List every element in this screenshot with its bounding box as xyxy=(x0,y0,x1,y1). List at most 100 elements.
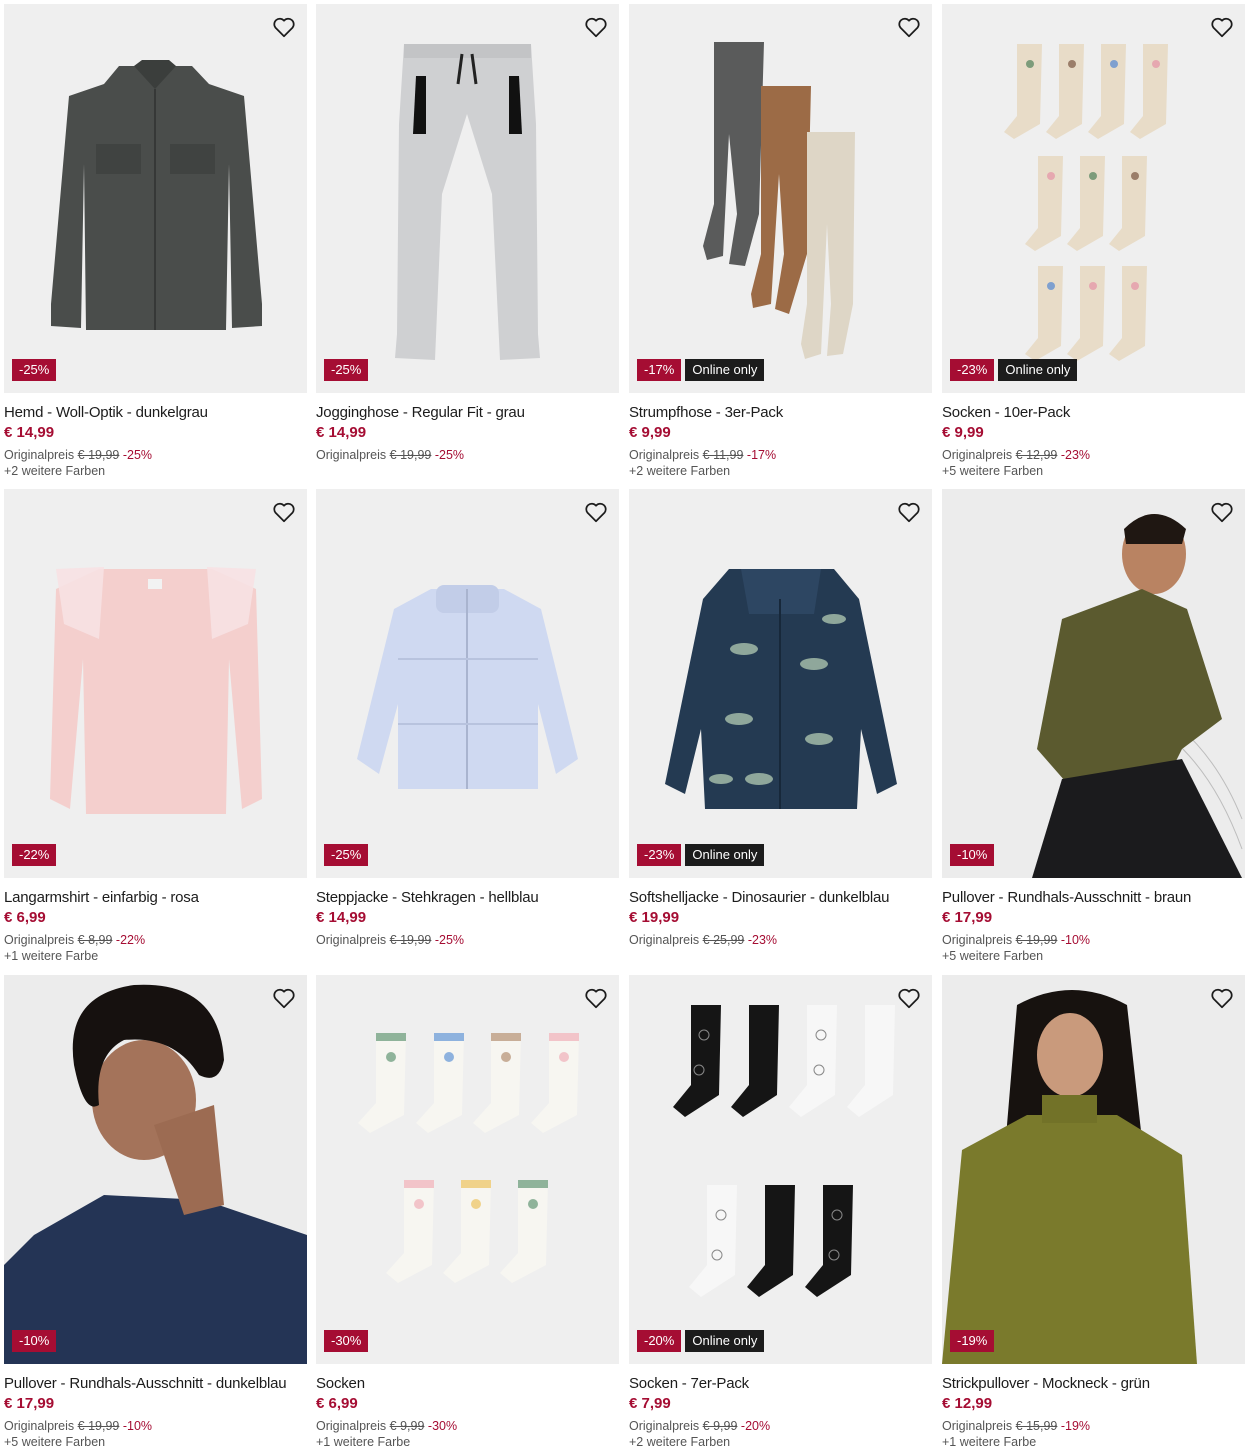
discount-badge: -20% xyxy=(637,1330,682,1352)
product-image[interactable]: -10% xyxy=(4,975,307,1364)
discount-percent: -25% xyxy=(434,933,465,947)
wishlist-heart-icon[interactable] xyxy=(581,12,611,42)
product-price: € 6,99 xyxy=(316,1395,358,1412)
product-image[interactable]: -22% xyxy=(4,489,307,878)
discount-percent: -10% xyxy=(1060,933,1091,947)
original-price: € 25,99 xyxy=(702,933,745,947)
product-title[interactable]: Steppjacke - Stehkragen - hellblau xyxy=(316,889,619,907)
product-price: € 14,99 xyxy=(316,909,367,926)
product-photo-longsleeve xyxy=(4,489,307,878)
wishlist-heart-icon[interactable] xyxy=(1207,983,1237,1013)
more-colors-link[interactable]: +5 weitere Farben xyxy=(942,463,1245,479)
product-card[interactable]: -10% Pullover - Rundhals-Ausschnitt - du… xyxy=(4,975,307,1450)
discount-percent: -30% xyxy=(427,1419,458,1433)
product-card[interactable]: -25% Jogginghose - Regular Fit - grau € … xyxy=(316,4,619,489)
more-colors-link[interactable]: +5 weitere Farben xyxy=(942,948,1245,964)
more-colors-link[interactable]: +1 weitere Farbe xyxy=(316,1434,619,1450)
product-card[interactable]: -23% Online only Socken - 10er-Pack € 9,… xyxy=(942,4,1245,489)
original-price-label: Originalpreis xyxy=(942,1419,1013,1433)
wishlist-heart-icon[interactable] xyxy=(269,983,299,1013)
product-title[interactable]: Socken - 7er-Pack xyxy=(629,1375,932,1393)
more-colors-link[interactable]: +2 weitere Farben xyxy=(4,463,307,479)
original-price-line: Originalpreis € 19,99 -10% xyxy=(942,932,1245,948)
product-title[interactable]: Langarmshirt - einfarbig - rosa xyxy=(4,889,307,907)
online-only-badge: Online only xyxy=(685,844,765,866)
product-card[interactable]: -23% Online only Softshelljacke - Dinosa… xyxy=(629,489,932,974)
product-image[interactable]: -23% Online only xyxy=(629,489,932,878)
product-image[interactable]: -23% Online only xyxy=(942,4,1245,393)
discount-percent: -25% xyxy=(122,448,153,462)
product-photo-socks10 xyxy=(942,4,1245,393)
product-title[interactable]: Softshelljacke - Dinosaurier - dunkelbla… xyxy=(629,889,932,907)
product-title[interactable]: Socken xyxy=(316,1375,619,1393)
badge-row: -19% xyxy=(950,1330,995,1352)
discount-badge: -22% xyxy=(12,844,57,866)
product-card[interactable]: -20% Online only Socken - 7er-Pack € 7,9… xyxy=(629,975,932,1450)
product-image[interactable]: -17% Online only xyxy=(629,4,932,393)
discount-percent: -23% xyxy=(1060,448,1091,462)
wishlist-heart-icon[interactable] xyxy=(1207,497,1237,527)
product-info: Socken - 7er-Pack € 7,99 Originalpreis €… xyxy=(629,1375,932,1450)
product-card[interactable]: -30% Socken € 6,99 Originalpreis € 9,99 … xyxy=(316,975,619,1450)
product-card[interactable]: -10% Pullover - Rundhals-Ausschnitt - br… xyxy=(942,489,1245,974)
product-price: € 17,99 xyxy=(4,1395,55,1412)
product-title[interactable]: Socken - 10er-Pack xyxy=(942,404,1245,422)
original-price: € 15,99 xyxy=(1015,1419,1058,1433)
product-title[interactable]: Hemd - Woll-Optik - dunkelgrau xyxy=(4,404,307,422)
wishlist-heart-icon[interactable] xyxy=(581,983,611,1013)
discount-badge: -10% xyxy=(950,844,995,866)
more-colors-link[interactable]: +1 weitere Farbe xyxy=(942,1434,1245,1450)
discount-badge: -23% xyxy=(637,844,682,866)
wishlist-heart-icon[interactable] xyxy=(894,12,924,42)
product-price: € 19,99 xyxy=(629,909,680,926)
original-price: € 9,99 xyxy=(389,1419,425,1433)
product-card[interactable]: -17% Online only Strumpfhose - 3er-Pack … xyxy=(629,4,932,489)
product-photo-shirt xyxy=(4,4,307,393)
wishlist-heart-icon[interactable] xyxy=(1207,12,1237,42)
product-card[interactable]: -25% Steppjacke - Stehkragen - hellblau … xyxy=(316,489,619,974)
more-colors-link[interactable]: +1 weitere Farbe xyxy=(4,948,307,964)
discount-badge: -10% xyxy=(12,1330,57,1352)
online-only-badge: Online only xyxy=(685,1330,765,1352)
wishlist-heart-icon[interactable] xyxy=(269,497,299,527)
product-info: Hemd - Woll-Optik - dunkelgrau € 14,99 O… xyxy=(4,404,307,479)
original-price-line: Originalpreis € 9,99 -30% xyxy=(316,1418,619,1434)
product-price: € 6,99 xyxy=(4,909,46,926)
product-title[interactable]: Pullover - Rundhals-Ausschnitt - braun xyxy=(942,889,1245,907)
product-price: € 9,99 xyxy=(942,424,984,441)
original-price: € 8,99 xyxy=(77,933,113,947)
product-info: Steppjacke - Stehkragen - hellblau € 14,… xyxy=(316,889,619,948)
product-info: Jogginghose - Regular Fit - grau € 14,99… xyxy=(316,404,619,463)
product-image[interactable]: -10% xyxy=(942,489,1245,878)
product-image[interactable]: -30% xyxy=(316,975,619,1364)
more-colors-link[interactable]: +2 weitere Farben xyxy=(629,463,932,479)
discount-badge: -30% xyxy=(324,1330,369,1352)
wishlist-heart-icon[interactable] xyxy=(269,12,299,42)
more-colors-link[interactable]: +2 weitere Farben xyxy=(629,1434,932,1450)
original-price-label: Originalpreis xyxy=(4,1419,75,1433)
wishlist-heart-icon[interactable] xyxy=(894,497,924,527)
product-card[interactable]: -19% Strickpullover - Mockneck - grün € … xyxy=(942,975,1245,1450)
product-title[interactable]: Strumpfhose - 3er-Pack xyxy=(629,404,932,422)
product-card[interactable]: -22% Langarmshirt - einfarbig - rosa € 6… xyxy=(4,489,307,974)
discount-percent: -10% xyxy=(122,1419,153,1433)
original-price-label: Originalpreis xyxy=(942,933,1013,947)
product-title[interactable]: Pullover - Rundhals-Ausschnitt - dunkelb… xyxy=(4,1375,307,1393)
original-price-line: Originalpreis € 19,99 -25% xyxy=(4,447,307,463)
product-image[interactable]: -19% xyxy=(942,975,1245,1364)
product-info: Socken € 6,99 Originalpreis € 9,99 -30% … xyxy=(316,1375,619,1450)
product-info: Softshelljacke - Dinosaurier - dunkelbla… xyxy=(629,889,932,948)
badge-row: -25% xyxy=(324,359,369,381)
product-title[interactable]: Strickpullover - Mockneck - grün xyxy=(942,1375,1245,1393)
product-image[interactable]: -20% Online only xyxy=(629,975,932,1364)
product-photo-puffer xyxy=(316,489,619,878)
product-image[interactable]: -25% xyxy=(316,4,619,393)
more-colors-link[interactable]: +5 weitere Farben xyxy=(4,1434,307,1450)
product-card[interactable]: -25% Hemd - Woll-Optik - dunkelgrau € 14… xyxy=(4,4,307,489)
product-image[interactable]: -25% xyxy=(4,4,307,393)
wishlist-heart-icon[interactable] xyxy=(581,497,611,527)
discount-badge: -19% xyxy=(950,1330,995,1352)
product-title[interactable]: Jogginghose - Regular Fit - grau xyxy=(316,404,619,422)
product-image[interactable]: -25% xyxy=(316,489,619,878)
wishlist-heart-icon[interactable] xyxy=(894,983,924,1013)
